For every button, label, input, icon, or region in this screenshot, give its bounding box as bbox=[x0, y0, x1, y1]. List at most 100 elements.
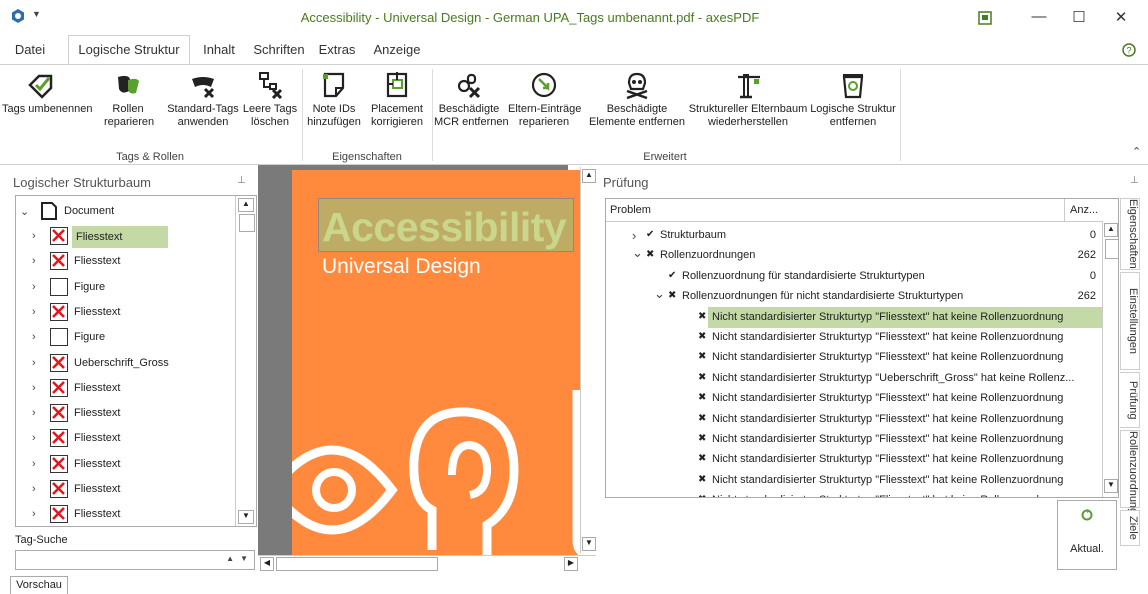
check-row[interactable]: › ✔ Strukturbaum 0 bbox=[606, 225, 1102, 246]
expand-icon[interactable]: › bbox=[32, 357, 36, 369]
close-button[interactable]: ✕ bbox=[1106, 8, 1136, 28]
expand-icon[interactable]: › bbox=[32, 230, 36, 242]
side-tab-pruefung[interactable]: Prüfung bbox=[1120, 372, 1140, 428]
pdf-page[interactable]: Accessibility Universal Design bbox=[292, 170, 582, 555]
check-row[interactable]: ⌄ ✖ Rollenzuordnungen für nicht standardis… bbox=[606, 286, 1102, 307]
expand-icon[interactable]: › bbox=[32, 508, 36, 520]
search-up-icon[interactable]: ▲ bbox=[226, 554, 234, 563]
tree-item[interactable]: › Fliesstext bbox=[16, 250, 238, 274]
side-tab-ziele[interactable]: Ziele bbox=[1120, 510, 1140, 546]
minimize-button[interactable]: — bbox=[1024, 8, 1054, 28]
check-row[interactable]: ✖ Nicht standardisierter Strukturtyp "Ueb… bbox=[606, 368, 1102, 389]
check-scrollbar[interactable]: ▲ ▼ bbox=[1102, 221, 1118, 497]
empty-tags-delete-icon bbox=[259, 72, 283, 99]
tree-item[interactable]: › Fliesstext bbox=[16, 225, 238, 249]
expand-icon[interactable]: ⌄ bbox=[654, 286, 665, 302]
beschaedigte-mcr-entfernen-button[interactable]: Beschädigte MCR entfernen bbox=[434, 71, 509, 143]
tree-item[interactable]: › Figure bbox=[16, 276, 238, 300]
standard-tags-anwenden-button[interactable]: Standard-Tags anwenden bbox=[166, 71, 240, 143]
maximize-button[interactable]: ☐ bbox=[1064, 8, 1094, 28]
expand-icon[interactable]: › bbox=[32, 458, 36, 470]
tree-item[interactable]: › Fliesstext bbox=[16, 478, 238, 502]
tree-item[interactable]: › Figure bbox=[16, 326, 238, 350]
check-scroll-up[interactable]: ▲ bbox=[1104, 223, 1118, 237]
check-row[interactable]: ✖Nicht standardisierter Strukturtyp "Fli… bbox=[606, 429, 1102, 450]
check-row[interactable]: ✖Nicht standardisierter Strukturtyp "Fli… bbox=[606, 388, 1102, 409]
expand-icon[interactable]: › bbox=[632, 228, 636, 243]
struktureller-elternbaum-button[interactable]: Struktureller Elternbaum wiederherstelle… bbox=[688, 71, 808, 143]
tree-item[interactable]: › Fliesstext bbox=[16, 377, 238, 401]
col-header-count[interactable]: Anz... bbox=[1070, 204, 1098, 216]
side-tab-eigenschaften[interactable]: Eigenschaften bbox=[1120, 198, 1140, 270]
check-results-table: Problem Anz... › ✔ Strukturbaum 0 ⌄ ✖ Rollenzu… bbox=[605, 198, 1119, 498]
check-row[interactable]: ✖Nicht standardisierter Strukturtyp "Fli… bbox=[606, 347, 1102, 368]
preview-hscroll[interactable]: ◀ ▶ bbox=[258, 555, 596, 572]
tree-item[interactable]: › Fliesstext bbox=[16, 402, 238, 426]
preview-scroll-left[interactable]: ◀ bbox=[260, 557, 274, 571]
placement-korrigieren-button[interactable]: Placement korrigieren bbox=[366, 71, 428, 143]
tree-item[interactable]: › Ueberschrift_Gross bbox=[16, 352, 238, 376]
tree-item[interactable]: › Fliesstext bbox=[16, 301, 238, 325]
preview-scroll-down[interactable]: ▼ bbox=[582, 537, 596, 551]
check-row[interactable]: ⌄ ✖ Rollenzuordnungen 262 bbox=[606, 245, 1102, 266]
preview-scroll-right[interactable]: ▶ bbox=[564, 557, 578, 571]
check-row[interactable]: ✖Nicht standardisierter Strukturtyp "Fli… bbox=[606, 306, 1112, 328]
check-scroll-thumb[interactable] bbox=[1105, 239, 1118, 259]
expand-icon[interactable]: › bbox=[32, 255, 36, 267]
check-row[interactable]: ✔ Rollenzuordnung für standardisierte Str… bbox=[606, 266, 1102, 287]
check-row-text: Rollenzuordnungen bbox=[660, 249, 756, 262]
collapse-ribbon-icon[interactable]: ⌃ bbox=[1132, 145, 1141, 158]
pin-window-icon[interactable] bbox=[978, 11, 992, 25]
note-ids-label: Note IDs hinzufügen bbox=[307, 103, 361, 128]
tree-item[interactable]: › Fliesstext bbox=[16, 453, 238, 477]
side-tab-rollenzuordnungen[interactable]: Rollenzuordnungen bbox=[1120, 430, 1140, 526]
search-down-icon[interactable]: ▼ bbox=[240, 554, 248, 563]
expand-icon[interactable]: › bbox=[32, 281, 36, 293]
rollen-reparieren-button[interactable]: Rollen reparieren bbox=[104, 71, 154, 143]
expand-icon[interactable]: › bbox=[32, 306, 36, 318]
leere-tags-loeschen-button[interactable]: Leere Tags löschen bbox=[242, 71, 298, 143]
expand-icon[interactable]: › bbox=[32, 483, 36, 495]
expand-icon[interactable]: ⌄ bbox=[20, 205, 29, 218]
help-icon[interactable]: ? bbox=[1122, 43, 1136, 57]
preview-hscroll-thumb[interactable] bbox=[276, 557, 438, 571]
expand-icon[interactable]: › bbox=[32, 382, 36, 394]
tab-vorschau[interactable]: Vorschau bbox=[10, 576, 68, 594]
tree-root-document[interactable]: ⌄ Document bbox=[16, 200, 238, 224]
preview-scroll-up[interactable]: ▲ bbox=[582, 169, 596, 183]
side-tab-einstellungen[interactable]: Einstellungen bbox=[1120, 272, 1140, 370]
check-row[interactable]: ✖Nicht standardisierter Strukturtyp "Fli… bbox=[606, 449, 1102, 470]
note-ids-hinzufuegen-button[interactable]: Note IDs hinzufügen bbox=[306, 71, 362, 143]
tree-scrollbar[interactable]: ▲ ▼ bbox=[235, 196, 256, 526]
refresh-button[interactable]: Aktual. bbox=[1057, 500, 1117, 570]
pin-panel-icon[interactable]: ⊥ bbox=[237, 175, 246, 186]
beschaedigte-elemente-entfernen-button[interactable]: Beschädigte Elemente entfernen bbox=[586, 71, 688, 143]
expand-icon[interactable]: › bbox=[32, 407, 36, 419]
check-row[interactable]: ✖Nicht standardisierter Strukturtyp "Fli… bbox=[606, 470, 1102, 491]
tab-extras[interactable]: Extras bbox=[314, 36, 360, 64]
tags-umbenennen-button[interactable]: Tags umbenennen bbox=[2, 71, 93, 143]
expand-icon[interactable]: › bbox=[32, 331, 36, 343]
logische-struktur-entfernen-button[interactable]: Logische Struktur entfernen bbox=[810, 71, 896, 143]
pin-check-panel-icon[interactable]: ⊥ bbox=[1130, 175, 1139, 186]
tree-item[interactable]: › Fliesstext bbox=[16, 427, 238, 451]
scroll-down-button[interactable]: ▼ bbox=[238, 510, 254, 524]
expand-icon[interactable]: ⌄ bbox=[632, 245, 643, 261]
col-header-problem[interactable]: Problem bbox=[610, 204, 651, 216]
tag-search-input[interactable]: ▲ ▼ bbox=[15, 550, 255, 570]
check-scroll-down[interactable]: ▼ bbox=[1104, 479, 1118, 493]
check-row[interactable]: ✖Nicht standardisierter Strukturtyp "Fli… bbox=[606, 409, 1102, 430]
tab-anzeige[interactable]: Anzeige bbox=[366, 36, 428, 64]
tab-datei[interactable]: Datei bbox=[10, 36, 50, 64]
eltern-eintraege-reparieren-button[interactable]: Eltern-Einträge reparieren bbox=[508, 71, 581, 143]
tree-item[interactable]: › Fliesstext bbox=[16, 503, 238, 526]
check-row[interactable]: ✖Nicht standardisierter Strukturtyp "Fli… bbox=[606, 327, 1102, 348]
preview-vscroll[interactable]: ▲ ▼ bbox=[580, 167, 597, 553]
check-row[interactable]: ✖Nicht standardisierter Strukturtyp "Fli… bbox=[606, 490, 1102, 497]
scroll-up-button[interactable]: ▲ bbox=[238, 198, 254, 212]
expand-icon[interactable]: › bbox=[32, 432, 36, 444]
tab-inhalt[interactable]: Inhalt bbox=[196, 36, 242, 64]
tab-schriften[interactable]: Schriften bbox=[248, 36, 310, 64]
scroll-thumb[interactable] bbox=[239, 214, 255, 232]
tab-logische-struktur[interactable]: Logische Struktur bbox=[68, 35, 190, 65]
